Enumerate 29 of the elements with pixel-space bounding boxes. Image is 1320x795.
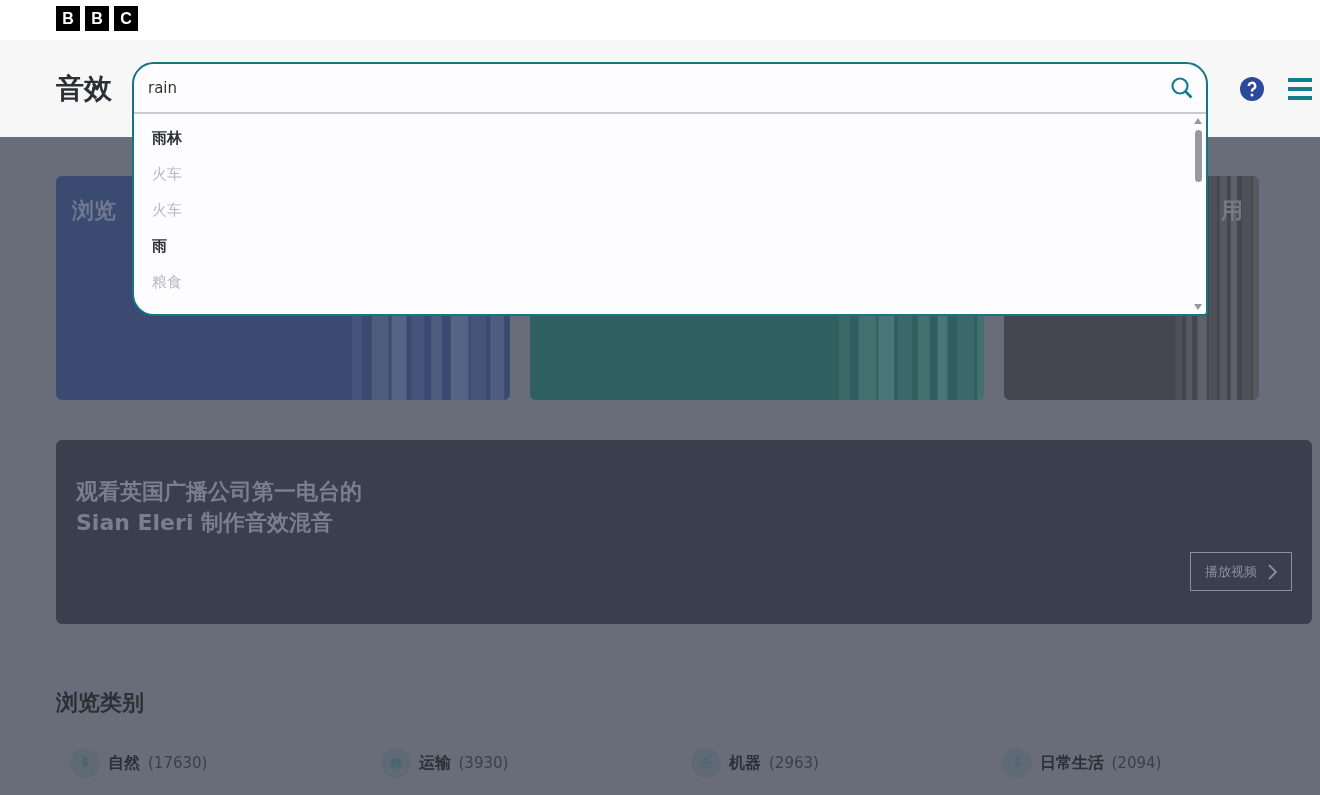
suggestion-item[interactable]: 火车 xyxy=(152,162,1193,198)
scroll-down-icon[interactable] xyxy=(1194,304,1202,310)
page-title: 音效 xyxy=(56,70,112,107)
suggestion-item[interactable]: 粮食 xyxy=(152,270,1193,306)
chevron-right-icon xyxy=(1267,563,1277,580)
bus-icon xyxy=(380,748,411,778)
category-name: 机器 xyxy=(729,752,761,774)
logo-letter[interactable]: B xyxy=(56,6,80,31)
category-name: 自然 xyxy=(108,752,140,774)
search-icon[interactable] xyxy=(1170,76,1194,100)
leaf-icon xyxy=(70,748,100,778)
gear-icon xyxy=(691,748,721,778)
person-icon xyxy=(1001,748,1032,778)
search-dropdown-menu[interactable]: rain 雨林 火车 火车 雨 粮食 xyxy=(132,62,1208,316)
logo-letter[interactable]: C xyxy=(114,6,138,31)
suggestion-item[interactable]: 火车 xyxy=(152,198,1193,234)
section-heading: 浏览类别 xyxy=(56,689,145,717)
suggestion-item[interactable]: 雨林 xyxy=(152,126,1193,162)
play-video-button[interactable]: 播放视频 xyxy=(1190,552,1292,591)
help-icon[interactable] xyxy=(1240,76,1264,101)
scroll-up-icon[interactable] xyxy=(1194,118,1202,124)
category-name: 运输 xyxy=(418,752,451,774)
search-field[interactable]: rain xyxy=(146,78,1170,98)
menu-icon[interactable] xyxy=(1288,77,1312,100)
scrollbar-thumb[interactable] xyxy=(1194,130,1202,182)
banner-heading: 观看英国广播公司第一电台的 Sian Eleri 制作音效混音 xyxy=(76,478,362,537)
suggestion-item[interactable]: 雨 xyxy=(152,234,1193,270)
logo-letter[interactable]: B xyxy=(85,6,109,31)
category-name: 日常生活 xyxy=(1039,752,1104,774)
